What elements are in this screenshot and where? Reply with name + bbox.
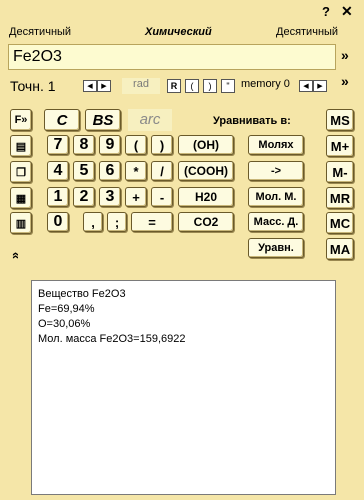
print-icon[interactable]: ▤ — [10, 135, 32, 157]
memory-next-button[interactable]: ▶ — [313, 80, 327, 92]
key-rparen[interactable]: ) — [151, 135, 173, 155]
rad-label[interactable]: rad — [122, 78, 160, 94]
key-lparen[interactable]: ( — [125, 135, 147, 155]
co2-button[interactable]: CO2 — [178, 212, 234, 232]
expand-memory-icon[interactable]: » — [341, 73, 349, 89]
right-mode-label[interactable]: Десятичный — [276, 26, 338, 38]
paren-open-button[interactable]: ( — [185, 79, 199, 93]
result-line: Мол. масса Fe2O3=159,6922 — [38, 333, 186, 345]
key-5[interactable]: 5 — [73, 161, 95, 181]
key-minus[interactable]: - — [151, 187, 173, 207]
moles-button[interactable]: Молях — [248, 135, 304, 155]
expand-right-icon[interactable]: » — [341, 47, 349, 63]
quote-button[interactable]: " — [221, 79, 235, 93]
key-divide[interactable]: / — [151, 161, 173, 181]
collapse-icon[interactable]: » — [7, 252, 22, 259]
precision-decrease-button[interactable]: ◀ — [83, 80, 97, 92]
memory-store-button[interactable]: MS — [326, 109, 354, 131]
memory-recall-button[interactable]: MR — [326, 187, 354, 209]
key-7[interactable]: 7 — [47, 135, 69, 155]
text-copy-icon[interactable]: ▥ — [10, 212, 32, 234]
question-icon[interactable]: ? — [322, 4, 336, 19]
r-button[interactable]: R — [167, 79, 181, 93]
copy-icon[interactable]: ❐ — [10, 161, 32, 183]
key-6[interactable]: 6 — [99, 161, 121, 181]
result-line: Вещество Fe2O3 — [38, 288, 126, 300]
mol-mass-button[interactable]: Мол. М. — [248, 187, 304, 207]
oh-button[interactable]: (OH) — [178, 135, 234, 155]
key-multiply[interactable]: * — [125, 161, 147, 181]
memory-all-button[interactable]: MA — [326, 238, 354, 260]
cooh-button[interactable]: (COOH) — [178, 161, 234, 181]
equalize-label: Уравнивать в: — [213, 115, 291, 127]
key-2[interactable]: 2 — [73, 187, 95, 207]
key-comma[interactable]: , — [83, 212, 103, 232]
precision-increase-button[interactable]: ▶ — [97, 80, 111, 92]
formula-display[interactable]: Fe2O3 — [8, 44, 336, 70]
left-mode-label[interactable]: Десятичный — [9, 26, 71, 38]
memory-add-button[interactable]: M+ — [326, 135, 354, 157]
calculator-panel: ? ✕ Десятичный Химический Десятичный Fe2… — [0, 0, 364, 272]
memory-clear-button[interactable]: MC — [326, 212, 354, 234]
equalize-button[interactable]: Уравн. — [248, 238, 304, 258]
result-line: Fe=69,94% — [38, 303, 95, 315]
clear-button[interactable]: C — [44, 109, 80, 131]
function-icon[interactable]: F» — [10, 109, 32, 131]
paren-close-button[interactable]: ) — [203, 79, 217, 93]
close-icon[interactable]: ✕ — [341, 3, 355, 19]
key-4[interactable]: 4 — [47, 161, 69, 181]
memory-prev-button[interactable]: ◀ — [299, 80, 313, 92]
key-3[interactable]: 3 — [99, 187, 121, 207]
backspace-button[interactable]: BS — [85, 109, 121, 131]
key-1[interactable]: 1 — [47, 187, 69, 207]
key-plus[interactable]: + — [125, 187, 147, 207]
arc-label[interactable]: arc — [128, 109, 172, 131]
key-0[interactable]: 0 — [47, 212, 69, 232]
arrow-button[interactable]: -> — [248, 161, 304, 181]
h2o-button[interactable]: H20 — [178, 187, 234, 207]
memory-subtract-button[interactable]: M- — [326, 161, 354, 183]
key-equals[interactable]: = — [131, 212, 173, 232]
result-copy-icon[interactable]: ▦ — [10, 187, 32, 209]
key-9[interactable]: 9 — [99, 135, 121, 155]
app-title: Химический — [145, 26, 212, 38]
mass-fraction-button[interactable]: Масс. Д. — [248, 212, 304, 232]
result-panel[interactable]: Вещество Fe2O3 Fe=69,94% O=30,06% Мол. м… — [31, 280, 336, 495]
precision-label: Точн. 1 — [10, 78, 56, 94]
memory-label: memory 0 — [241, 78, 290, 90]
key-semicolon[interactable]: ; — [107, 212, 127, 232]
result-line: O=30,06% — [38, 318, 91, 330]
key-8[interactable]: 8 — [73, 135, 95, 155]
